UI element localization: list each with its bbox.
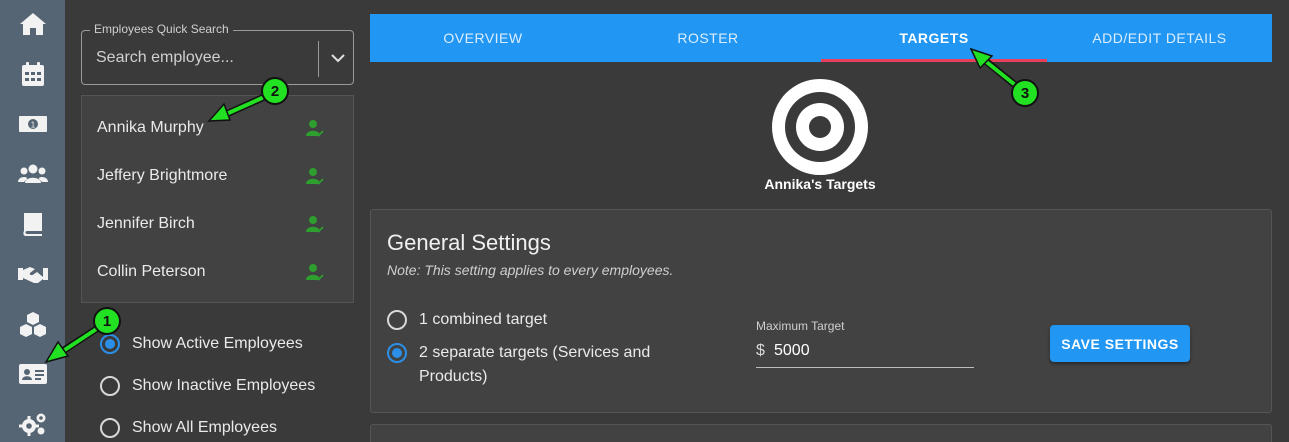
radio-button[interactable] <box>387 310 407 330</box>
nav-calendar[interactable] <box>0 52 65 96</box>
active-tab-indicator <box>821 59 1047 62</box>
next-card <box>370 424 1272 442</box>
currency-prefix: $ <box>756 342 765 359</box>
filter-inactive[interactable]: Show Inactive Employees <box>100 372 315 400</box>
nav-book[interactable] <box>0 202 65 246</box>
list-item[interactable]: Annika Murphy <box>82 104 353 152</box>
search-divider <box>318 41 319 77</box>
employee-name: Annika Murphy <box>97 119 204 136</box>
tab-overview[interactable]: OVERVIEW <box>370 14 596 62</box>
filter-label: Show All Employees <box>132 419 277 436</box>
filter-active[interactable]: Show Active Employees <box>100 330 303 358</box>
svg-text:1: 1 <box>30 121 35 130</box>
annotation-badge-2: 2 <box>261 77 289 105</box>
employee-list: Annika Murphy Jeffery Brightmore Jennife… <box>81 95 354 303</box>
nav-money[interactable]: 1 <box>0 102 65 146</box>
list-item[interactable]: Jeffery Brightmore <box>82 152 353 200</box>
id-card-icon <box>18 364 47 384</box>
target-icon <box>772 79 868 175</box>
search-input[interactable] <box>82 31 318 84</box>
radio-button[interactable] <box>100 418 120 438</box>
search-legend: Employees Quick Search <box>90 22 233 36</box>
book-icon <box>22 213 42 236</box>
option-label: 2 separate targets (Services and Product… <box>419 341 650 389</box>
employee-name: Collin Peterson <box>97 263 206 280</box>
nav-home[interactable] <box>0 2 65 46</box>
radio-button[interactable] <box>100 334 120 354</box>
list-item[interactable]: Collin Peterson <box>82 248 353 296</box>
option-combined-target[interactable]: 1 combined target <box>387 310 547 332</box>
max-target-input[interactable]: 5000 <box>774 342 810 360</box>
filter-label: Show Active Employees <box>132 335 303 352</box>
tab-targets[interactable]: TARGETS <box>821 14 1047 62</box>
nav-settings[interactable] <box>0 402 65 442</box>
icon-rail: 1 <box>0 0 65 442</box>
user-check-icon <box>306 168 324 185</box>
filter-label: Show Inactive Employees <box>132 377 316 394</box>
section-note: Note: This setting applies to every empl… <box>387 262 674 278</box>
nav-users[interactable] <box>0 152 65 196</box>
user-check-icon <box>306 216 324 233</box>
max-target-label: Maximum Target <box>756 319 845 333</box>
employee-panel: Employees Quick Search Annika Murphy Jef… <box>65 0 370 442</box>
tab-bar: OVERVIEW ROSTER TARGETS ADD/EDIT DETAILS <box>370 14 1272 62</box>
option-separate-targets[interactable]: 2 separate targets (Services and Product… <box>387 343 650 389</box>
annotation-badge-1: 1 <box>93 307 121 335</box>
calendar-icon <box>21 62 44 86</box>
dropdown-toggle[interactable] <box>327 47 349 69</box>
nav-boxes[interactable] <box>0 302 65 346</box>
user-check-icon <box>306 264 324 281</box>
radio-button[interactable] <box>387 343 407 363</box>
employee-name: Jennifer Birch <box>97 215 195 232</box>
chevron-down-icon <box>331 54 345 63</box>
home-icon <box>19 13 46 35</box>
user-check-icon <box>306 120 324 137</box>
annotation-badge-3: 3 <box>1011 79 1039 107</box>
radio-button[interactable] <box>100 376 120 396</box>
employee-name: Jeffery Brightmore <box>97 167 228 184</box>
max-target-field[interactable]: $ 5000 <box>756 338 974 368</box>
tab-roster[interactable]: ROSTER <box>595 14 821 62</box>
general-settings-card: General Settings Note: This setting appl… <box>370 209 1272 413</box>
gears-icon <box>18 413 45 436</box>
users-icon <box>17 164 48 183</box>
filter-all[interactable]: Show All Employees <box>100 414 277 442</box>
money-icon: 1 <box>18 116 47 132</box>
tab-add-edit-details[interactable]: ADD/EDIT DETAILS <box>1047 14 1272 62</box>
nav-employees[interactable] <box>0 352 65 396</box>
option-label-line-2: Products) <box>419 368 488 385</box>
option-label-line-1: 2 separate targets (Services and <box>419 344 651 361</box>
employee-search <box>81 30 354 85</box>
boxes-icon <box>19 312 46 337</box>
targets-title: Annika's Targets <box>764 176 876 192</box>
save-settings-button[interactable]: SAVE SETTINGS <box>1050 325 1190 362</box>
list-item[interactable]: Jennifer Birch <box>82 200 353 248</box>
section-title: General Settings <box>387 230 551 255</box>
nav-handshake[interactable] <box>0 252 65 296</box>
option-label: 1 combined target <box>419 311 548 328</box>
handshake-icon <box>17 267 48 283</box>
